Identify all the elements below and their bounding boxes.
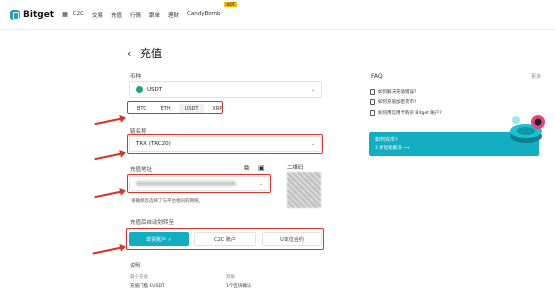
faq-item-text: 如何用信用卡购买 Bitget 账户? bbox=[378, 111, 442, 116]
brand-logo[interactable]: Bitget bbox=[10, 9, 55, 20]
qr-code-image bbox=[287, 172, 321, 208]
nav-copy-trading[interactable]: 跟单 bbox=[149, 11, 160, 19]
annotation-arrow-4 bbox=[92, 246, 125, 255]
back-chevron-icon[interactable]: ‹ bbox=[127, 47, 131, 60]
bitget-logo-icon bbox=[10, 9, 20, 20]
address-label: 充值地址 bbox=[130, 167, 153, 173]
copy-icon[interactable]: ⧉ bbox=[244, 164, 249, 173]
coin-label: 币种 bbox=[130, 74, 142, 80]
chevron-down-icon: ⌄ bbox=[310, 86, 315, 93]
brand-name: Bitget bbox=[23, 9, 55, 20]
arrival-value: 1个区块确认 bbox=[226, 284, 252, 289]
nav-earn[interactable]: 理财 bbox=[168, 11, 179, 19]
apps-grid-icon[interactable]: ▦ bbox=[62, 11, 68, 18]
promo-title: 如何充币? bbox=[375, 137, 398, 143]
usdt-coin-icon bbox=[136, 86, 143, 93]
main-nav: C2C 交易 充值 行情 跟单 理财 CandyBombHOT bbox=[73, 1, 238, 19]
nav-c2c[interactable]: C2C bbox=[73, 11, 84, 19]
deposit-to-label: 充值后自动划转至 bbox=[130, 220, 175, 226]
nav-trade[interactable]: 交易 bbox=[92, 11, 103, 19]
nav-candybomb-label: CandyBomb bbox=[187, 10, 221, 17]
nav-candybomb[interactable]: CandyBombHOT bbox=[187, 1, 238, 19]
document-icon bbox=[370, 110, 375, 116]
coin-select[interactable]: USDT ⌄ bbox=[129, 81, 322, 98]
faq-more-link[interactable]: 更多 bbox=[531, 73, 541, 80]
qr-code-icon[interactable]: ▣ bbox=[258, 164, 265, 172]
faq-title: FAQ bbox=[371, 73, 383, 80]
document-icon bbox=[370, 99, 375, 105]
nav-deposit[interactable]: 充值 bbox=[111, 11, 122, 19]
qr-label: 二维码 bbox=[287, 165, 304, 171]
coin-stack-illustration-icon bbox=[510, 115, 545, 143]
annotation-box-coin bbox=[127, 101, 223, 114]
annotation-arrow-2 bbox=[94, 152, 125, 161]
annotation-box-address bbox=[127, 174, 271, 193]
faq-item[interactable]: 如何用信用卡购买 Bitget 账户? bbox=[370, 110, 442, 116]
faq-item[interactable]: 如何充值加密货币? bbox=[370, 99, 416, 105]
network-note: 请确保您选择了与平台相同的网络。 bbox=[131, 199, 203, 204]
faq-item[interactable]: 如何解决充值错误? bbox=[370, 89, 416, 95]
nav-markets[interactable]: 行情 bbox=[130, 11, 141, 19]
annotation-box-chain bbox=[127, 134, 323, 154]
min-deposit-label: 最小充值 bbox=[130, 275, 148, 280]
min-deposit-value: 充值门槛 1USDT bbox=[130, 284, 165, 289]
faq-item-text: 如何解决充值错误? bbox=[378, 90, 417, 95]
document-icon bbox=[370, 89, 375, 95]
arrival-label: 到账 bbox=[226, 275, 235, 280]
coin-value: USDT bbox=[147, 86, 163, 93]
page-title: 充值 bbox=[140, 47, 162, 60]
info-label: 说明 bbox=[130, 263, 141, 269]
faq-item-text: 如何充值加密货币? bbox=[378, 100, 417, 105]
annotation-arrow-3 bbox=[94, 190, 125, 199]
annotation-arrow-1 bbox=[94, 117, 125, 126]
hot-badge: HOT bbox=[224, 1, 238, 7]
annotation-box-account bbox=[126, 228, 324, 250]
top-bar: Bitget ▦ C2C 交易 充值 行情 跟单 理财 CandyBombHOT bbox=[0, 0, 555, 30]
promo-subtitle: 3 步轻松解决 ⟶ bbox=[375, 146, 410, 151]
